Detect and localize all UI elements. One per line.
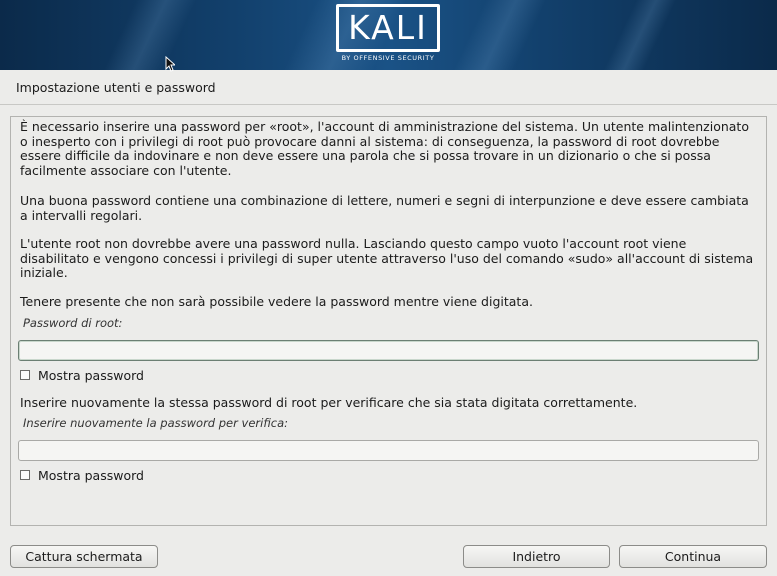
banner-light-streak — [594, 0, 686, 70]
logo-subtitle: BY OFFENSIVE SECURITY — [341, 54, 435, 62]
show-root-password-label: Mostra password — [38, 367, 144, 383]
intro-paragraph: È necessario inserire una password per «… — [20, 119, 749, 178]
logo-text: KALI — [336, 4, 440, 52]
page-title: Impostazione utenti e password — [16, 80, 216, 95]
verify-password-input[interactable] — [18, 440, 759, 461]
root-password-label: Password di root: — [23, 316, 123, 330]
show-root-password-checkbox[interactable] — [20, 370, 30, 380]
title-divider — [0, 104, 777, 105]
banner-light-streak — [94, 0, 206, 70]
verify-instruction: Inserire nuovamente la stessa password d… — [20, 395, 638, 410]
screenshot-button[interactable]: Cattura schermata — [10, 545, 158, 568]
password-advice-paragraph: Una buona password contiene una combinaz… — [20, 193, 749, 223]
content-panel: È necessario inserire una password per «… — [10, 116, 767, 526]
continue-button[interactable]: Continua — [619, 545, 767, 568]
header-banner: KALI BY OFFENSIVE SECURITY — [0, 0, 777, 70]
show-verify-password-label: Mostra password — [38, 467, 144, 483]
kali-logo: KALI BY OFFENSIVE SECURITY — [334, 4, 442, 66]
back-button[interactable]: Indietro — [463, 545, 610, 568]
root-password-input[interactable] — [18, 340, 759, 361]
hidden-typing-note: Tenere presente che non sarà possibile v… — [20, 294, 533, 309]
verify-password-label: Inserire nuovamente la password per veri… — [23, 416, 288, 430]
banner-light-streak — [444, 0, 556, 70]
mouse-pointer-icon — [165, 56, 175, 72]
show-verify-password-checkbox[interactable] — [20, 470, 30, 480]
root-disable-paragraph: L'utente root non dovrebbe avere una pas… — [20, 236, 754, 281]
show-verify-password-toggle[interactable]: Mostra password — [20, 467, 144, 483]
show-root-password-toggle[interactable]: Mostra password — [20, 367, 144, 383]
